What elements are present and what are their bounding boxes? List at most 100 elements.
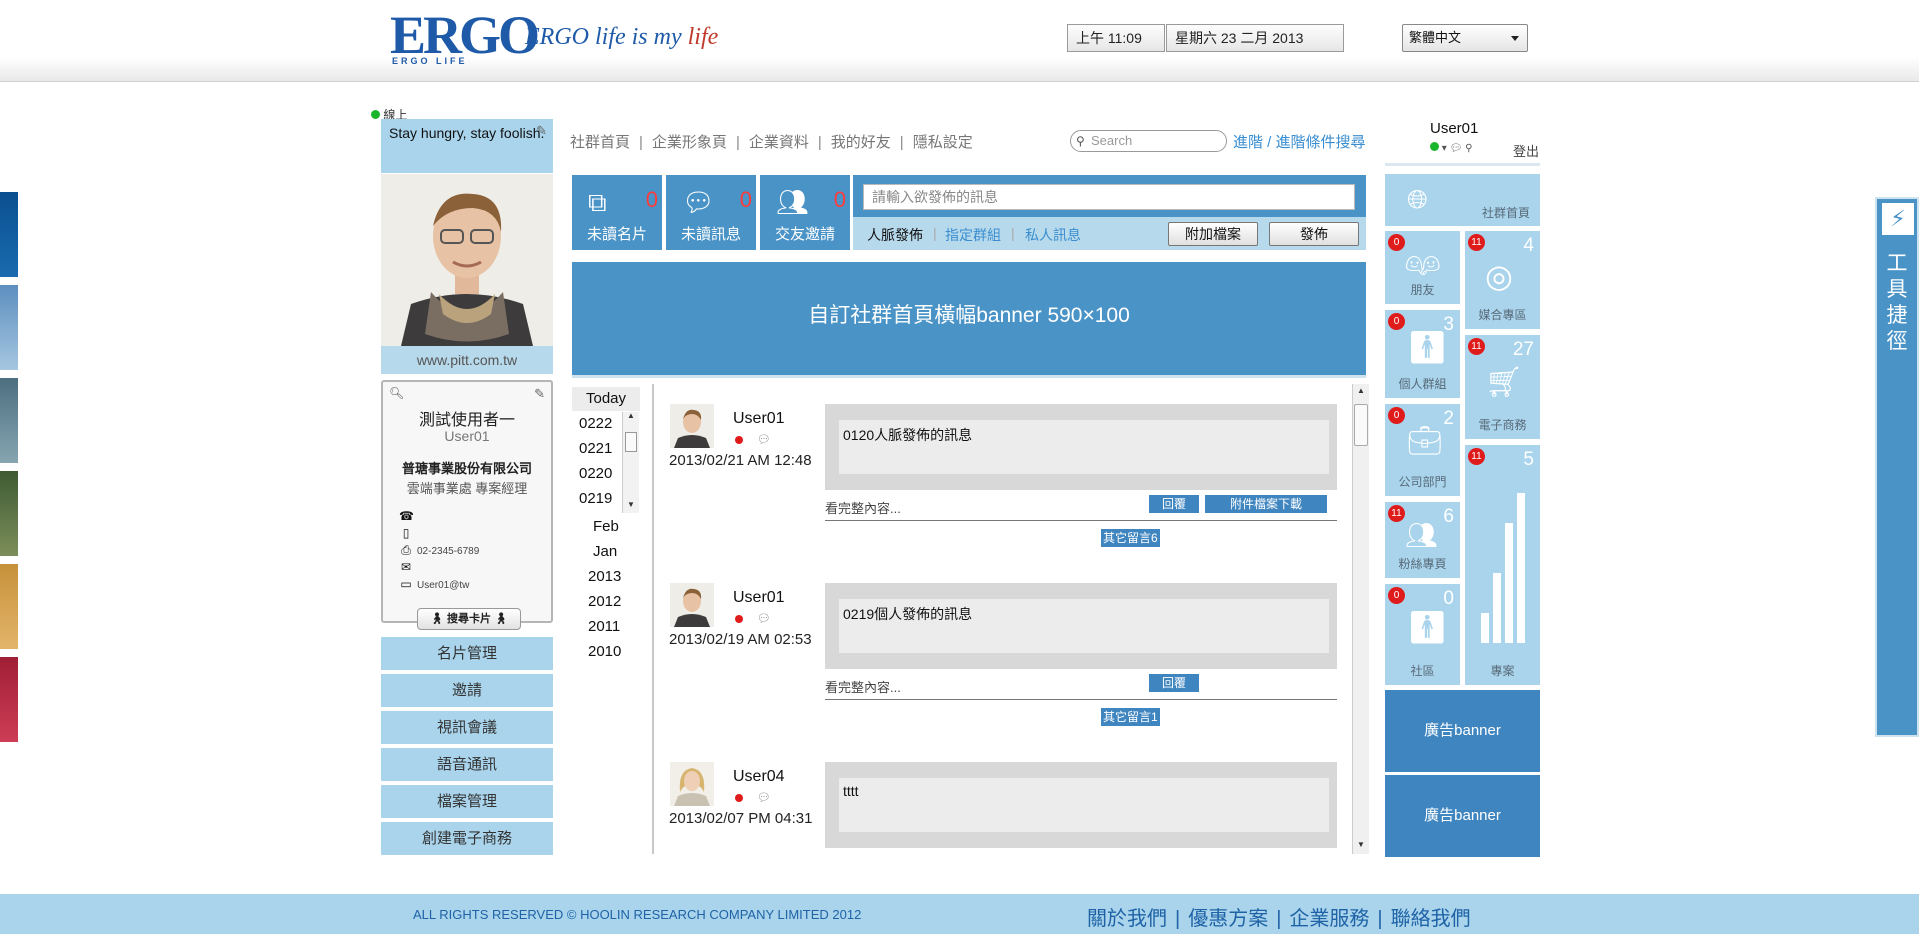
date-day-item[interactable]: 0222 — [579, 415, 612, 432]
matching-zone-tile[interactable]: 11 4 ◎ 媒合專區 — [1465, 231, 1540, 329]
language-select[interactable]: 繁體中文 — [1402, 24, 1528, 52]
lightning-icon[interactable]: ⚡︎ — [1882, 203, 1914, 235]
unread-cards-tile[interactable]: ⧉ 0 未讀名片 — [572, 175, 662, 250]
post-time: 2013/02/21 AM 12:48 — [669, 452, 812, 469]
profile-avatar[interactable] — [381, 174, 553, 346]
date-year-item[interactable]: 2011 — [588, 618, 620, 635]
current-username[interactable]: User01 — [1430, 120, 1478, 137]
tab-specified-group[interactable]: 指定群組 — [945, 225, 1001, 245]
unread-messages-tile[interactable]: 💬︎ 0 未讀訊息 — [666, 175, 756, 250]
post-avatar[interactable] — [670, 762, 714, 806]
site-url[interactable]: www.pitt.com.tw — [381, 346, 553, 374]
feed-scrollbar[interactable]: ▲ ▼ — [1352, 384, 1369, 854]
date-day-item[interactable]: 0220 — [579, 465, 612, 482]
friends-tile[interactable]: 0 👫︎ 朋友 — [1385, 231, 1460, 304]
date-year-item[interactable]: 2010 — [588, 643, 621, 660]
card-fax-row: ⎙ 02-2345-6789 — [399, 543, 479, 558]
community-banner[interactable]: 自訂社群首頁橫幅banner 590×100 — [572, 262, 1366, 375]
slogan: ERGO life is my life — [525, 24, 718, 51]
date-today[interactable]: Today — [572, 387, 640, 411]
logout-link[interactable]: 登出 — [1513, 141, 1539, 160]
post-avatar[interactable] — [670, 404, 714, 448]
edit-pencil-icon[interactable]: ✎ — [536, 122, 547, 140]
date-year-item[interactable]: 2012 — [588, 593, 621, 610]
edit-pencil-icon[interactable]: ✎ — [534, 386, 545, 402]
friend-invites-tile[interactable]: 👥︎ 0 交友邀請 — [760, 175, 850, 250]
date-year-item[interactable]: 2013 — [588, 568, 621, 585]
post-avatar-image — [670, 762, 714, 806]
search-icon[interactable]: 🔍︎ — [389, 386, 404, 400]
chat-bubble-icon[interactable]: 💬︎ — [757, 433, 771, 446]
tab-contacts-post[interactable]: 人脈發佈 — [867, 225, 923, 245]
nav-voice-call[interactable]: 語音通訊 — [381, 748, 553, 782]
link-enterprise-services[interactable]: 企業服務 — [1289, 908, 1369, 930]
link-company-info[interactable]: 企業資料 — [749, 134, 809, 151]
search-card-button[interactable]: 🚶︎ 搜尋卡片 🚶︎ — [417, 608, 521, 630]
nav-video-meeting[interactable]: 視訊會議 — [381, 711, 553, 745]
post-username[interactable]: User01 — [733, 410, 785, 428]
view-full-content-link[interactable]: 看完整內容... — [825, 498, 901, 517]
color-strip-blue — [0, 192, 18, 277]
nav-create-ecommerce[interactable]: 創建電子商務 — [381, 822, 553, 856]
reply-button[interactable]: 回覆 — [1149, 674, 1199, 692]
view-full-content-link[interactable]: 看完整內容... — [825, 677, 901, 696]
link-community-home[interactable]: 社群首頁 — [570, 134, 630, 151]
link-about-us[interactable]: 關於我們 — [1087, 908, 1167, 930]
post-message-input[interactable]: 請輸入欲發佈的訊息 — [863, 184, 1355, 210]
post-avatar[interactable] — [670, 583, 714, 627]
post-username[interactable]: User04 — [733, 768, 785, 786]
fan-page-tile[interactable]: 11 6 👥︎ 粉絲專頁 — [1385, 502, 1460, 578]
scroll-down-icon[interactable]: ▼ — [1357, 840, 1365, 849]
link-my-friends[interactable]: 我的好友 — [831, 134, 891, 151]
status-dot-icon[interactable] — [1430, 142, 1439, 151]
chat-bubble-icon[interactable]: 💬︎ — [757, 791, 771, 804]
ad-banner-1[interactable]: 廣告banner — [1385, 690, 1540, 772]
personal-group-tile[interactable]: 0 3 🚹︎ 個人群組 — [1385, 310, 1460, 398]
chat-bubble-icon[interactable]: 💬︎ — [757, 612, 771, 625]
projects-tile[interactable]: 11 5 專案 — [1465, 445, 1540, 685]
download-attachment-button[interactable]: 附件檔案下載 — [1205, 495, 1327, 513]
link-offers[interactable]: 優惠方案 — [1188, 908, 1268, 930]
scroll-up-icon[interactable]: ▲ — [1357, 386, 1365, 395]
scroll-thumb[interactable] — [1354, 404, 1368, 446]
post-message-box: 0219個人發佈的訊息 — [825, 583, 1337, 669]
advanced-search-link[interactable]: 進階 / 進階條件搜尋 — [1233, 131, 1366, 152]
ergo-logo[interactable]: ERGO ERGO LIFE — [390, 4, 540, 72]
footer-links: 關於我們 | 優惠方案 | 企業服務 | 聯絡我們 — [1087, 908, 1471, 930]
date-month-item[interactable]: Feb — [593, 518, 619, 535]
reply-button[interactable]: 回覆 — [1149, 495, 1199, 513]
other-comments-button[interactable]: 其它留言1 — [1101, 708, 1160, 726]
attach-file-button[interactable]: 附加檔案 — [1168, 222, 1258, 246]
ad-banner-2[interactable]: 廣告banner — [1385, 775, 1540, 857]
post-username[interactable]: User01 — [733, 589, 785, 607]
link-corporate-image[interactable]: 企業形象頁 — [652, 134, 727, 151]
publish-button[interactable]: 發佈 — [1269, 222, 1359, 246]
chat-bubble-icon[interactable]: 💬︎ — [1450, 143, 1463, 154]
community-tile[interactable]: 0 0 🚹︎ 社區 — [1385, 584, 1460, 685]
nav-file-management[interactable]: 檔案管理 — [381, 785, 553, 819]
nav-card-management[interactable]: 名片管理 — [381, 637, 553, 671]
shortcut-toolbar-label: 工具捷徑 — [1886, 252, 1908, 353]
date-day-item[interactable]: 0219 — [579, 490, 612, 507]
tab-private-message[interactable]: 私人訊息 — [1025, 225, 1081, 245]
ecommerce-tile[interactable]: 11 27 🛒︎ 電子商務 — [1465, 335, 1540, 439]
scroll-down-icon[interactable]: ▼ — [627, 500, 635, 509]
community-home-tile[interactable]: 🌐︎ 社群首頁 — [1385, 174, 1540, 226]
search-input[interactable]: ⚲ Search — [1070, 130, 1227, 152]
banner-divider — [572, 375, 1366, 378]
matching-zone-label: 媒合專區 — [1478, 308, 1527, 322]
nav-invite[interactable]: 邀請 — [381, 674, 553, 708]
date-day-item[interactable]: 0221 — [579, 440, 612, 457]
link-privacy-settings[interactable]: 隱私設定 — [913, 134, 973, 151]
link-contact-us[interactable]: 聯絡我們 — [1391, 908, 1471, 930]
scroll-up-icon[interactable]: ▲ — [627, 411, 635, 420]
company-department-tile[interactable]: 0 2 💼︎ 公司部門 — [1385, 404, 1460, 496]
other-comments-button[interactable]: 其它留言6 — [1101, 529, 1160, 547]
date-month-item[interactable]: Jan — [593, 543, 617, 560]
chevron-down-icon[interactable]: ▾ — [1442, 143, 1447, 154]
status-dot-icon — [371, 110, 380, 119]
date-scrollbar[interactable]: ▲ ▼ — [622, 411, 639, 513]
search-icon[interactable]: ⚲ — [1465, 143, 1472, 154]
scroll-thumb[interactable] — [625, 432, 637, 452]
shortcut-toolbar[interactable]: ⚡︎ 工具捷徑 — [1875, 197, 1919, 737]
